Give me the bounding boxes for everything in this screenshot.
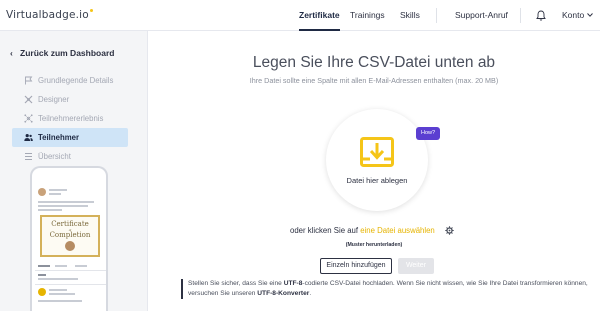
- preview-text-line: [38, 205, 88, 207]
- nav-certificates[interactable]: Zertifikate: [299, 0, 340, 31]
- preview-text-line: [49, 189, 67, 191]
- support-call-link[interactable]: Support-Anruf: [455, 0, 508, 31]
- preview-text-line: [38, 265, 50, 267]
- note-text: .: [309, 290, 312, 297]
- preview-text-line: [49, 289, 67, 291]
- sidebar-item-overview[interactable]: Übersicht: [12, 147, 128, 166]
- preview-divider: [35, 284, 106, 285]
- bell-icon[interactable]: [536, 10, 546, 21]
- choose-prefix: oder klicken Sie auf: [290, 226, 359, 235]
- choose-file-link[interactable]: eine Datei auswählen: [360, 226, 435, 235]
- sidebar-item-label: Teilnehmer: [38, 133, 80, 142]
- next-button[interactable]: Weiter: [398, 258, 434, 274]
- drop-label: Datei hier ablegen: [346, 176, 408, 185]
- sidebar: ‹ Zurück zum Dashboard Grundlegende Detai…: [0, 31, 148, 311]
- page-subtitle: Ihre Datei sollte eine Spalte mit allen …: [249, 76, 499, 85]
- how-help-badge[interactable]: How?: [416, 127, 440, 140]
- preview-text-line: [38, 300, 82, 302]
- sidebar-item-label: Grundlegende Details: [38, 76, 114, 85]
- nav-skills[interactable]: Skills: [400, 0, 420, 31]
- logo[interactable]: Virtualbadge.io: [6, 9, 93, 21]
- preview-text-line: [38, 274, 46, 276]
- nav-divider: [436, 8, 437, 23]
- preview-text-line: [38, 278, 78, 280]
- preview-text-line: [75, 265, 87, 267]
- flag-icon: [25, 76, 33, 85]
- account-menu[interactable]: Konto: [562, 0, 584, 31]
- network-icon: [24, 114, 33, 123]
- utf8-note: Stellen Sie sicher, dass Sie eine UTF-8-…: [181, 279, 595, 299]
- preview-text-line: [38, 209, 62, 211]
- sidebar-item-basic-details[interactable]: Grundlegende Details: [12, 71, 128, 90]
- certificate-title: Certificate: [51, 220, 89, 228]
- preview-text-line: [38, 201, 94, 203]
- certificate-title: Completion: [49, 231, 91, 239]
- note-utf8: UTF-8: [283, 280, 303, 287]
- sidebar-item-designer[interactable]: Designer: [12, 90, 128, 109]
- participant-phone-preview: Certificate of Completion: [30, 166, 108, 311]
- page-title: Legen Sie Ihre CSV-Datei unten ab: [252, 54, 496, 71]
- sidebar-item-participant-experience[interactable]: Teilnehmererlebnis: [12, 109, 128, 128]
- avatar: [38, 288, 46, 296]
- certificate-photo: [65, 241, 75, 251]
- sidebar-item-label: Teilnehmererlebnis: [38, 114, 104, 123]
- chevron-down-icon[interactable]: [587, 13, 593, 17]
- file-drop-zone[interactable]: Datei hier ablegen: [326, 109, 428, 211]
- designer-icon: [24, 95, 33, 104]
- back-to-dashboard-link[interactable]: ‹ Zurück zum Dashboard: [10, 48, 114, 58]
- users-icon: [24, 134, 33, 141]
- sidebar-item-label: Übersicht: [38, 152, 71, 161]
- note-text: Stellen Sie sicher, dass Sie eine: [188, 280, 282, 287]
- preview-text-line: [55, 265, 67, 267]
- choose-file-line: oder klicken Sie auf eine Datei auswähle…: [290, 226, 435, 235]
- top-header: Virtualbadge.io Zertifikate Trainings Sk…: [0, 0, 600, 31]
- preview-text-line: [49, 293, 75, 295]
- gear-icon[interactable]: [445, 226, 454, 235]
- preview-text-line: [49, 193, 61, 195]
- sidebar-item-label: Designer: [38, 95, 70, 104]
- list-icon: [25, 153, 32, 160]
- avatar: [38, 188, 46, 196]
- nav-divider: [520, 8, 521, 23]
- certificate-thumbnail: Certificate of Completion: [40, 215, 100, 257]
- add-single-button[interactable]: Einzeln hinzufügen: [320, 258, 392, 274]
- download-sample-link[interactable]: (Muster herunterladen): [148, 242, 600, 248]
- utf8-converter-link[interactable]: UTF-8-Konverter: [257, 290, 309, 297]
- sidebar-item-participants[interactable]: Teilnehmer: [12, 128, 128, 147]
- preview-divider: [35, 270, 106, 271]
- nav-trainings[interactable]: Trainings: [350, 0, 385, 31]
- download-tray-icon: [360, 137, 394, 167]
- chevron-left-icon: ‹: [10, 48, 13, 58]
